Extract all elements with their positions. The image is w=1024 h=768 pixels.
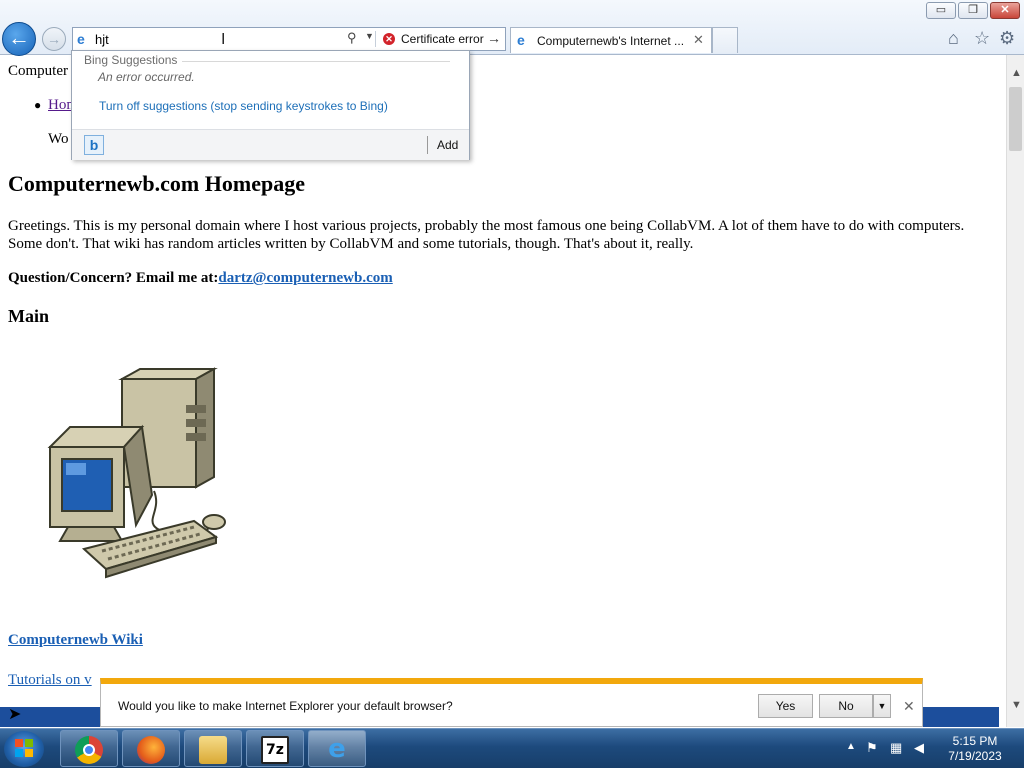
- browser-toolbar: ▭ ❐ ✕ ← → e I ⚲ ▼ ✕ Certificate error → …: [0, 0, 1024, 56]
- tutorials-link[interactable]: Tutorials on v: [8, 672, 92, 689]
- favorites-star-icon[interactable]: ☆: [974, 28, 990, 49]
- background-strip: [923, 707, 999, 727]
- address-input[interactable]: [95, 30, 255, 48]
- yes-button[interactable]: Yes: [758, 694, 813, 718]
- clock-date: 7/19/2023: [948, 749, 1002, 763]
- back-button[interactable]: ←: [2, 22, 36, 56]
- clock[interactable]: 5:15 PM 7/19/2023: [940, 734, 1010, 764]
- intro-paragraph: Greetings. This is my personal domain wh…: [8, 218, 965, 252]
- default-browser-notification: Would you like to make Internet Explorer…: [100, 678, 923, 727]
- 7zip-icon: 7z: [261, 736, 289, 764]
- turn-off-suggestions-link[interactable]: Turn off suggestions (stop sending keyst…: [99, 99, 388, 113]
- firefox-icon: [137, 736, 165, 764]
- taskbar-app-chrome[interactable]: [60, 730, 118, 767]
- taskbar-app-firefox[interactable]: [122, 730, 180, 767]
- computer-illustration: [47, 367, 226, 579]
- cert-error-icon[interactable]: ✕: [383, 33, 395, 45]
- no-options-dropdown[interactable]: ▼: [873, 694, 891, 718]
- scroll-down-icon[interactable]: ▼: [1011, 699, 1022, 711]
- volume-icon[interactable]: ◀: [914, 740, 930, 756]
- chevron-down-icon: ▼: [877, 701, 887, 711]
- suggestions-error: An error occurred.: [98, 70, 195, 84]
- search-icon[interactable]: ⚲: [347, 30, 357, 46]
- wiki-link[interactable]: Computernewb Wiki: [8, 632, 143, 649]
- email-link[interactable]: dartz@computernewb.com: [218, 270, 392, 286]
- breadcrumb: Computer: [8, 63, 68, 79]
- tab-close-icon[interactable]: ✕: [693, 32, 704, 48]
- notification-text: Would you like to make Internet Explorer…: [118, 699, 453, 713]
- contact-label: Question/Concern? Email me at:: [8, 270, 219, 286]
- close-icon[interactable]: ✕: [903, 698, 915, 715]
- go-arrow-icon[interactable]: →: [487, 30, 501, 46]
- taskbar-app-7zip[interactable]: 7z: [246, 730, 304, 767]
- divider: [427, 136, 428, 154]
- back-arrow-icon: ←: [8, 25, 30, 50]
- suggestions-title: Bing Suggestions: [84, 53, 178, 67]
- home-icon[interactable]: ⌂: [948, 28, 959, 49]
- tab-computernewb[interactable]: e Computernewb's Internet ... ✕: [510, 27, 712, 53]
- cert-error-label[interactable]: Certificate error: [401, 32, 484, 46]
- taskbar-app-ie[interactable]: e: [308, 730, 366, 767]
- close-button[interactable]: ✕: [990, 2, 1020, 19]
- dropdown-icon[interactable]: ▼: [365, 31, 374, 41]
- tab-title: Computernewb's Internet ...: [537, 34, 685, 48]
- network-icon[interactable]: ▦: [890, 740, 906, 756]
- gear-icon[interactable]: ⚙: [999, 28, 1015, 49]
- mouse-cursor-icon: ➤: [8, 706, 22, 723]
- vertical-scrollbar[interactable]: ▲ ▼: [1006, 55, 1024, 727]
- chrome-icon: [75, 736, 103, 764]
- suggestions-dropdown: Bing Suggestions An error occurred. Turn…: [71, 50, 470, 160]
- address-bar[interactable]: e I ⚲ ▼ ✕ Certificate error →: [72, 27, 506, 51]
- maximize-button[interactable]: ❐: [958, 2, 988, 19]
- suggestions-footer: b Add: [72, 129, 469, 160]
- add-provider-button[interactable]: Add: [437, 138, 458, 152]
- no-button[interactable]: No: [819, 694, 873, 718]
- bing-icon[interactable]: b: [84, 135, 104, 155]
- taskbar: 7z e ▲ ⚑ ▦ ◀ 5:15 PM 7/19/2023: [0, 728, 1024, 768]
- main-heading: Main: [8, 306, 50, 326]
- divider: [182, 61, 450, 62]
- forward-arrow-icon: →: [47, 31, 61, 47]
- minimize-button[interactable]: ▭: [926, 2, 956, 19]
- start-button[interactable]: [4, 731, 44, 767]
- file-explorer-icon: [199, 736, 227, 764]
- text-cursor-icon: I: [221, 31, 226, 48]
- scroll-up-icon[interactable]: ▲: [1011, 67, 1022, 79]
- new-tab-button[interactable]: [712, 27, 738, 53]
- forward-button[interactable]: →: [42, 27, 66, 51]
- list-bullet: ●: [34, 98, 42, 112]
- scroll-thumb[interactable]: [1009, 87, 1022, 151]
- taskbar-app-explorer[interactable]: [184, 730, 242, 767]
- contact-line: Question/Concern? Email me at:dartz@comp…: [8, 270, 393, 287]
- action-center-flag-icon[interactable]: ⚑: [866, 740, 882, 756]
- clock-time: 5:15 PM: [952, 734, 998, 748]
- divider: [375, 31, 376, 47]
- show-hidden-icons-icon[interactable]: ▲: [846, 741, 856, 752]
- ie-tab-icon: e: [517, 32, 525, 48]
- page-title: Computernewb.com Homepage: [8, 171, 305, 196]
- internet-explorer-icon: e: [328, 734, 346, 764]
- windows-logo-icon: [15, 739, 33, 757]
- welcome-text: Wo: [48, 131, 69, 147]
- ie-page-icon: e: [77, 31, 85, 47]
